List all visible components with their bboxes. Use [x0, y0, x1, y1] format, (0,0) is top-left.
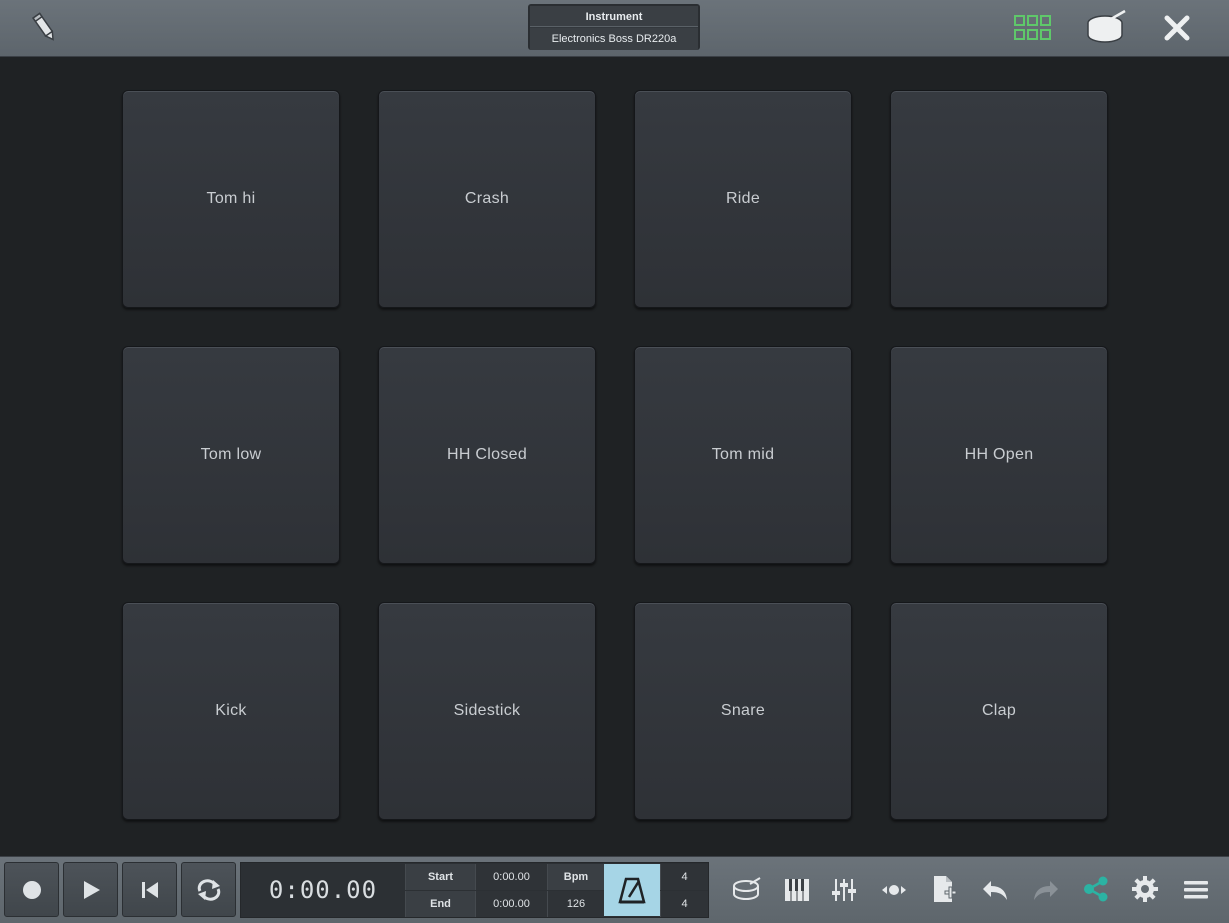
drum-icon[interactable] [1084, 8, 1128, 48]
top-bar: Instrument Electronics Boss DR220a [0, 0, 1229, 57]
piano-icon[interactable] [782, 875, 812, 905]
close-icon[interactable] [1160, 12, 1194, 44]
time-sig-bottom[interactable]: 4 [660, 891, 708, 917]
pad-ride[interactable]: Ride [634, 90, 852, 308]
metronome-icon [618, 877, 646, 904]
pad-crash[interactable]: Crash [378, 90, 596, 308]
rewind-icon [141, 881, 158, 898]
pad-tom-low[interactable]: Tom low [122, 346, 340, 564]
pad-sidestick[interactable]: Sidestick [378, 602, 596, 820]
instrument-selector[interactable]: Instrument Electronics Boss DR220a [528, 4, 700, 50]
pad-snare[interactable]: Snare [634, 602, 852, 820]
new-file-icon[interactable] [929, 873, 959, 905]
bottom-toolbar: 0:00.00 Start 0:00.00 End 0:00.00 Bpm 12… [0, 856, 1229, 923]
pad-kick[interactable]: Kick [122, 602, 340, 820]
loop-icon [197, 878, 220, 901]
transport-panel: 0:00.00 Start 0:00.00 End 0:00.00 Bpm 12… [240, 862, 709, 918]
instrument-label: Instrument [530, 6, 698, 27]
record-icon [22, 880, 41, 899]
menu-icon[interactable] [1180, 875, 1212, 905]
instrument-name: Electronics Boss DR220a [530, 28, 698, 50]
undo-icon[interactable] [979, 875, 1011, 905]
rewind-button[interactable] [122, 862, 177, 917]
pencil-icon[interactable] [28, 10, 62, 46]
redo-icon[interactable] [1030, 875, 1062, 905]
time-display: 0:00.00 [268, 876, 378, 904]
bpm-value[interactable]: 126 [547, 891, 604, 917]
pad-tom-mid[interactable]: Tom mid [634, 346, 852, 564]
pad-tom-hi[interactable]: Tom hi [122, 90, 340, 308]
time-sig-top[interactable]: 4 [660, 864, 708, 890]
end-label: End [405, 891, 475, 917]
bpm-label: Bpm [547, 864, 604, 890]
pad-empty[interactable] [890, 90, 1108, 308]
automation-icon[interactable] [878, 875, 910, 905]
pad-clap[interactable]: Clap [890, 602, 1108, 820]
mixer-icon[interactable] [829, 875, 859, 905]
grid-icon[interactable] [1012, 12, 1054, 44]
play-button[interactable] [63, 862, 118, 917]
end-value[interactable]: 0:00.00 [475, 891, 547, 917]
start-label: Start [405, 864, 475, 890]
share-icon[interactable] [1081, 873, 1111, 905]
pad-hh-closed[interactable]: HH Closed [378, 346, 596, 564]
play-icon [83, 880, 100, 899]
loop-button[interactable] [181, 862, 236, 917]
metronome-button[interactable] [604, 864, 660, 916]
settings-icon[interactable] [1129, 873, 1161, 905]
pad-hh-open[interactable]: HH Open [890, 346, 1108, 564]
drum-icon[interactable] [730, 875, 764, 905]
start-value[interactable]: 0:00.00 [475, 864, 547, 890]
record-button[interactable] [4, 862, 59, 917]
